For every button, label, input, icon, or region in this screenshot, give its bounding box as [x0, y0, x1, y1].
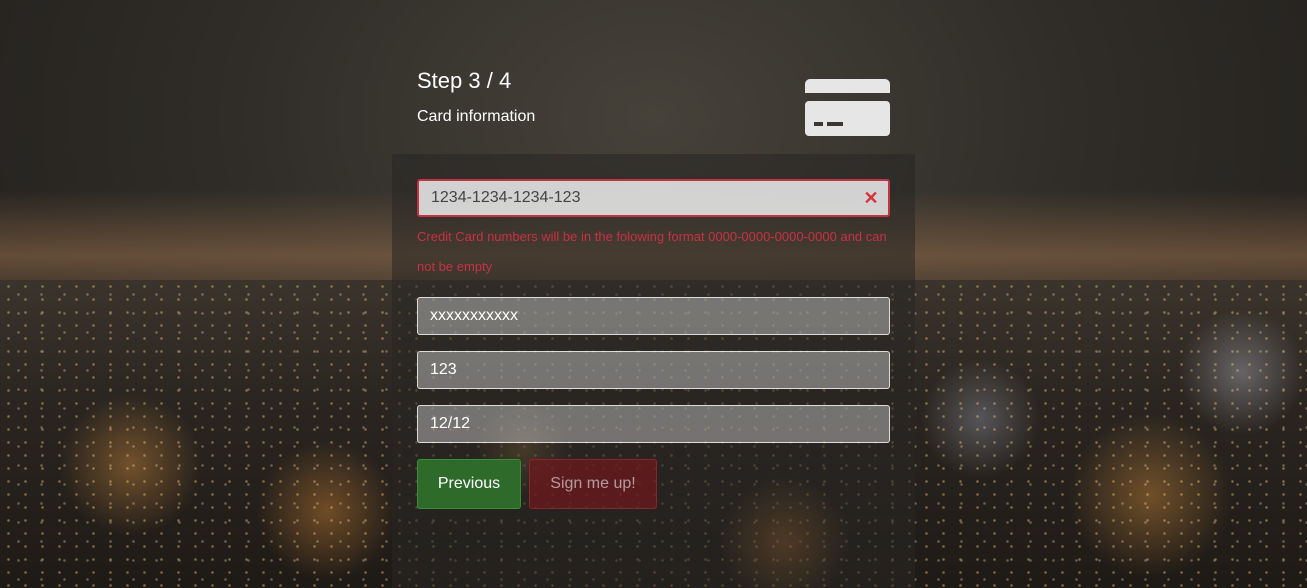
credit-card-icon — [805, 79, 890, 136]
step-subtitle: Card information — [417, 108, 536, 125]
step-indicator: Step 3 / 4 — [417, 68, 512, 93]
cvv-input[interactable] — [417, 351, 890, 389]
close-icon[interactable]: ✕ — [862, 189, 880, 207]
sign-up-button[interactable]: Sign me up! — [529, 459, 657, 509]
card-holder-input[interactable] — [417, 297, 890, 335]
card-number-input[interactable] — [417, 179, 890, 217]
card-number-error: Credit Card numbers will be in the folow… — [417, 229, 887, 274]
expiry-date-input[interactable] — [417, 405, 890, 443]
previous-button[interactable]: Previous — [417, 459, 521, 509]
